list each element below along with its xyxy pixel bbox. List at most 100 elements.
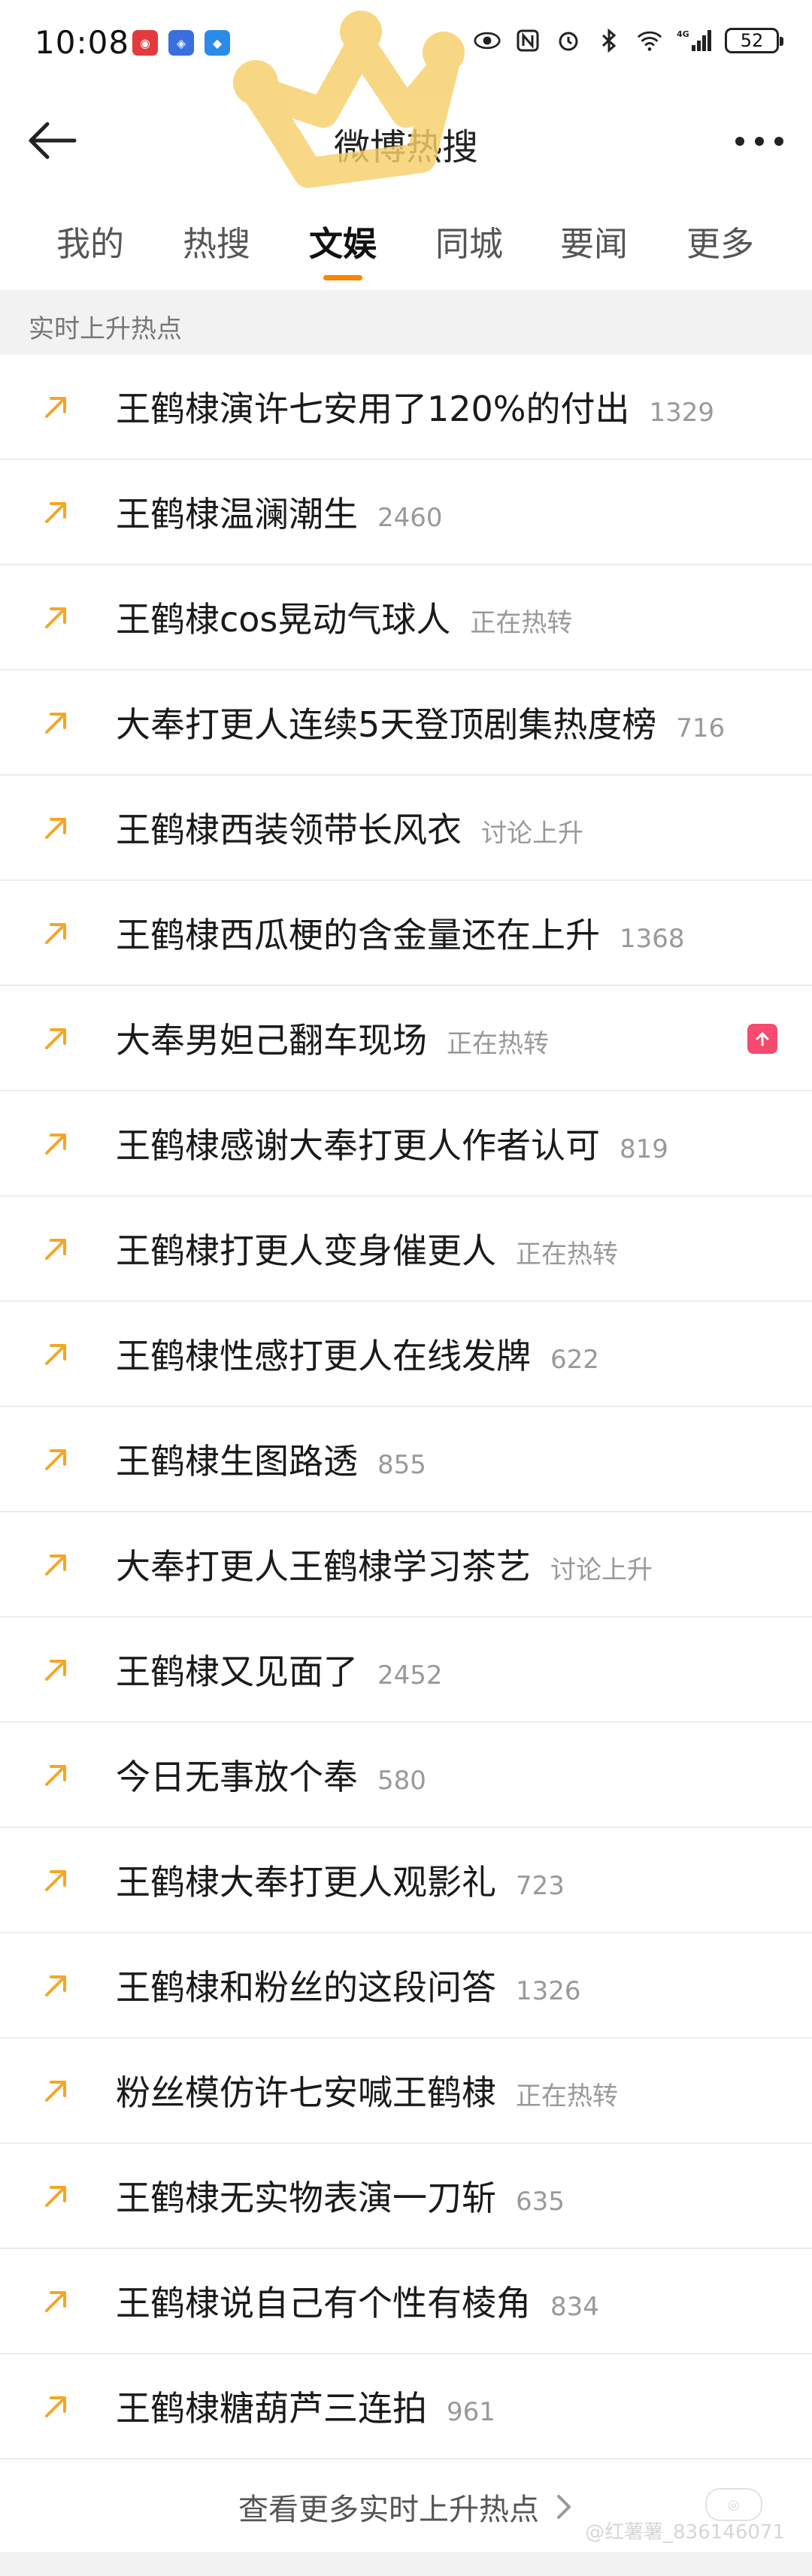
trending-up-arrow-icon — [45, 2396, 66, 2417]
tab-mine[interactable]: 我的 — [45, 216, 135, 265]
signal-icon: 4G — [677, 27, 711, 54]
hot-item-title: 王鹤棣性感打更人在线发牌 — [116, 1336, 531, 1376]
hot-item[interactable]: 王鹤棣大奉打更人观影礼 723 — [0, 1828, 812, 1933]
alarm-icon — [555, 27, 582, 54]
more-options-button[interactable] — [729, 119, 789, 164]
status-bar: 10:08 ◉ ◈ ◆ 4G 52 — [0, 0, 812, 90]
trending-up-arrow-icon — [45, 1870, 66, 1891]
status-time: 10:08 — [35, 24, 130, 61]
hot-item[interactable]: 王鹤棣温澜潮生 2460 — [0, 460, 812, 565]
section-title: 实时上升热点 — [29, 314, 182, 344]
svg-text:4G: 4G — [677, 29, 689, 39]
hot-item-line: 王鹤棣又见面了 2452 — [116, 1645, 443, 1694]
hot-item[interactable]: 王鹤棣西瓜梗的含金量还在上升 1368 — [0, 881, 812, 986]
app-notification-icon: ◈ — [168, 30, 194, 56]
hot-item[interactable]: 大奉打更人连续5天登顶剧集热度榜 716 — [0, 670, 812, 776]
hot-item-meta: 2452 — [377, 1660, 443, 1691]
trending-up-arrow-icon — [45, 1449, 66, 1470]
hot-item-title: 王鹤棣温澜潮生 — [116, 494, 358, 534]
hot-item-line: 今日无事放个奉 580 — [116, 1750, 426, 1800]
hot-item-meta: 1326 — [516, 1976, 581, 2006]
hot-item-line: 王鹤棣性感打更人在线发牌 622 — [116, 1329, 599, 1379]
trending-up-arrow-icon — [45, 1765, 66, 1786]
hot-item-title: 王鹤棣打更人变身催更人 — [116, 1230, 496, 1271]
hot-item[interactable]: 王鹤棣性感打更人在线发牌 622 — [0, 1302, 812, 1407]
notification-icons: ◉ ◈ ◆ — [132, 30, 230, 56]
tab-more[interactable]: 更多 — [675, 216, 765, 265]
hot-item-line: 大奉打更人王鹤棣学习茶艺 讨论上升 — [116, 1539, 653, 1589]
tab-bar: 我的 热搜 文娱 同城 要闻 更多 — [0, 203, 812, 286]
hot-item-meta: 819 — [620, 1134, 668, 1164]
hot-item[interactable]: 王鹤棣说自己有个性有棱角 834 — [0, 2249, 812, 2354]
trending-up-arrow-icon — [45, 923, 66, 944]
hot-item[interactable]: 王鹤棣又见面了 2452 — [0, 1618, 812, 1723]
trending-up-arrow-icon — [45, 1344, 66, 1365]
hot-item[interactable]: 王鹤棣cos晃动气球人 正在热转 — [0, 565, 812, 670]
battery-indicator: 52 — [725, 28, 783, 53]
hot-item[interactable]: 王鹤棣无实物表演一刀斩 635 — [0, 2144, 812, 2249]
hot-item-meta: 讨论上升 — [550, 1555, 653, 1585]
hot-item-meta: 正在热转 — [516, 2081, 618, 2111]
trending-up-arrow-icon — [45, 713, 66, 734]
watermark: @红薯薯_836146071 — [585, 2521, 785, 2544]
message-app-icon: ◆ — [205, 30, 230, 56]
hot-item[interactable]: 王鹤棣感谢大奉打更人作者认可 819 — [0, 1091, 812, 1197]
hot-item-line: 王鹤棣无实物表演一刀斩 635 — [116, 2171, 565, 2220]
hot-item-line: 王鹤棣cos晃动气球人 正在热转 — [116, 592, 572, 642]
bottom-strip — [0, 2552, 812, 2576]
tab-entertainment[interactable]: 文娱 — [298, 216, 388, 265]
trending-up-arrow-icon — [45, 2186, 66, 2207]
view-more-label: 查看更多实时上升热点 — [238, 2493, 539, 2527]
hot-item-meta: 正在热转 — [516, 1240, 618, 1270]
tab-news[interactable]: 要闻 — [549, 216, 639, 265]
trending-up-arrow-icon — [45, 1028, 66, 1049]
trending-up-arrow-icon — [45, 1554, 66, 1576]
rising-badge-icon — [747, 1024, 777, 1054]
hot-item-title: 王鹤棣西瓜梗的含金量还在上升 — [116, 915, 600, 955]
hot-item-meta: 讨论上升 — [481, 819, 583, 849]
hot-item-title: 王鹤棣糖葫芦三连拍 — [116, 2388, 427, 2429]
hot-item[interactable]: 王鹤棣演许七安用了120%的付出 1329 — [0, 355, 812, 460]
hot-item[interactable]: 大奉男妲己翻车现场 正在热转 — [0, 986, 812, 1091]
hot-item-title: 今日无事放个奉 — [116, 1757, 358, 1797]
hot-item-line: 王鹤棣和粉丝的这段问答 1326 — [116, 1960, 581, 2010]
hot-item-title: 王鹤棣说自己有个性有棱角 — [116, 2283, 531, 2323]
hot-item[interactable]: 今日无事放个奉 580 — [0, 1723, 812, 1828]
trending-up-arrow-icon — [45, 818, 66, 839]
hot-item[interactable]: 王鹤棣西装领带长风衣 讨论上升 — [0, 776, 812, 881]
hot-item-title: 王鹤棣和粉丝的这段问答 — [116, 1967, 496, 2008]
hot-item[interactable]: 王鹤棣糖葫芦三连拍 961 — [0, 2354, 812, 2459]
hot-item-meta: 2460 — [377, 503, 443, 533]
trending-up-arrow-icon — [45, 397, 66, 418]
hot-item-line: 王鹤棣糖葫芦三连拍 961 — [116, 2381, 495, 2431]
hot-item-line: 大奉打更人连续5天登顶剧集热度榜 716 — [116, 698, 725, 747]
hot-item-line: 王鹤棣大奉打更人观影礼 723 — [116, 1855, 565, 1905]
hot-item-meta: 834 — [550, 2292, 599, 2322]
hot-item-title: 王鹤棣感谢大奉打更人作者认可 — [116, 1125, 600, 1166]
hot-item-title: 王鹤棣又见面了 — [116, 1651, 358, 1692]
hot-item-meta: 723 — [516, 1871, 565, 1901]
hot-item[interactable]: 王鹤棣打更人变身催更人 正在热转 — [0, 1197, 812, 1302]
chevron-right-icon — [557, 2495, 571, 2519]
hot-item[interactable]: 王鹤棣生图路透 855 — [0, 1407, 812, 1512]
hot-item[interactable]: 大奉打更人王鹤棣学习茶艺 讨论上升 — [0, 1512, 812, 1618]
trending-up-arrow-icon — [45, 2081, 66, 2102]
hot-item-title: 王鹤棣大奉打更人观影礼 — [116, 1862, 496, 1902]
eye-icon — [474, 27, 501, 54]
tab-hot-search[interactable]: 热搜 — [171, 216, 262, 265]
hot-item[interactable]: 粉丝模仿许七安喊王鹤棣 正在热转 — [0, 2039, 812, 2144]
tab-local[interactable]: 同城 — [424, 216, 514, 265]
trending-up-arrow-icon — [45, 502, 66, 523]
hot-item-title: 粉丝模仿许七安喊王鹤棣 — [116, 2072, 496, 2113]
hot-list: 王鹤棣演许七安用了120%的付出 1329 王鹤棣温澜潮生 2460 王鹤棣cos晃动气… — [0, 355, 812, 2459]
hot-item-title: 大奉打更人连续5天登顶剧集热度榜 — [116, 704, 657, 745]
hot-item-title: 大奉男妲己翻车现场 — [116, 1020, 427, 1061]
hot-item-title: 王鹤棣演许七安用了120%的付出 — [116, 389, 630, 429]
trending-up-arrow-icon — [45, 1660, 66, 1681]
hot-item-meta: 1329 — [649, 398, 715, 428]
hot-item-title: 王鹤棣西装领带长风衣 — [116, 810, 462, 850]
hot-item-line: 王鹤棣说自己有个性有棱角 834 — [116, 2276, 599, 2326]
hot-item[interactable]: 王鹤棣和粉丝的这段问答 1326 — [0, 1933, 812, 2039]
news-app-icon: ◉ — [132, 30, 158, 56]
hot-item-line: 王鹤棣打更人变身催更人 正在热转 — [116, 1224, 618, 1273]
